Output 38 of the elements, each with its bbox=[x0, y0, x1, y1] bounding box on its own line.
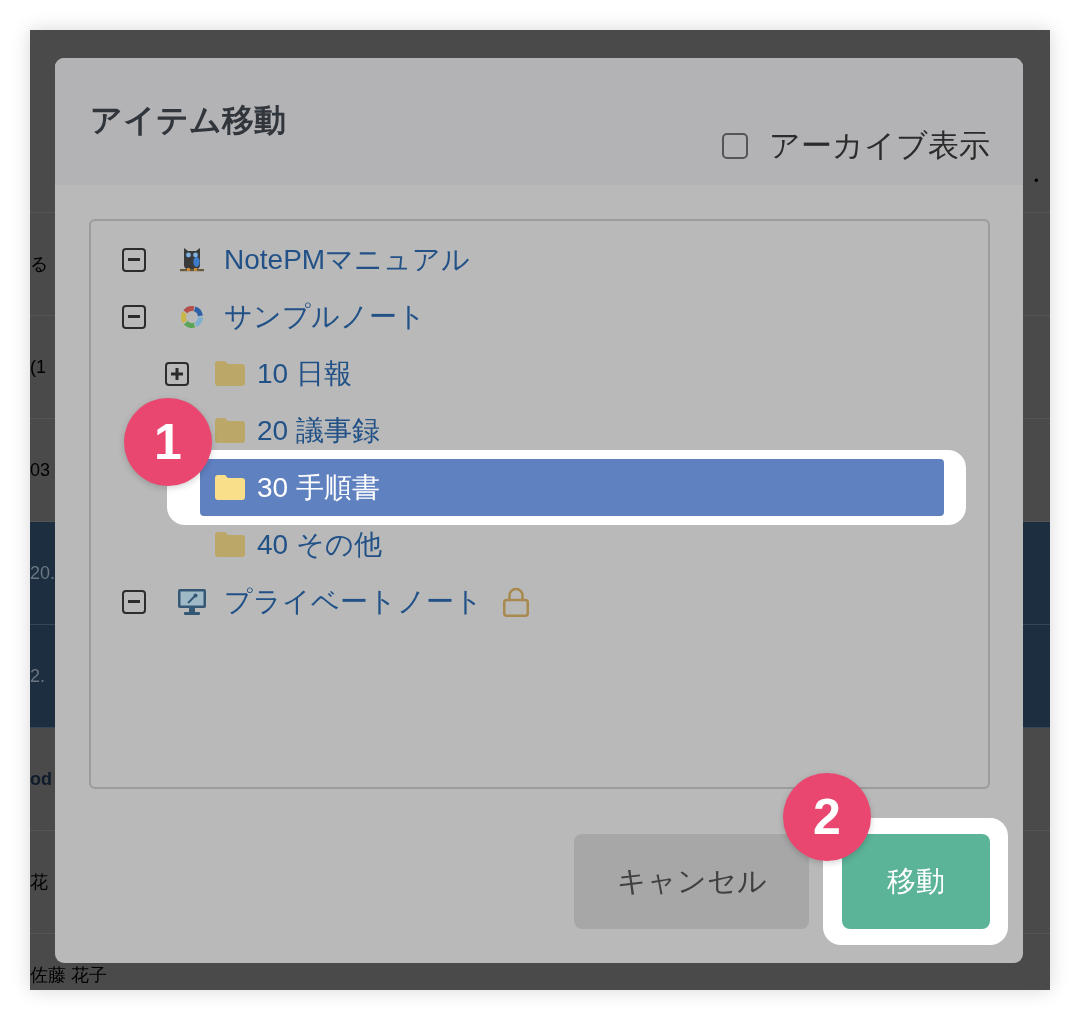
collapse-toggle[interactable] bbox=[122, 247, 146, 272]
minus-icon bbox=[128, 600, 140, 603]
background-text: 佐藤 花子 bbox=[30, 964, 107, 986]
background-text: 20. bbox=[30, 562, 56, 584]
collapse-toggle[interactable] bbox=[122, 304, 146, 329]
tree-item[interactable]: 20 議事録 bbox=[215, 412, 380, 449]
cancel-button[interactable]: キャンセル bbox=[574, 834, 809, 929]
minus-icon bbox=[128, 315, 140, 318]
collapse-toggle[interactable] bbox=[122, 589, 146, 614]
background-text: 花 bbox=[30, 871, 48, 893]
tree-item[interactable]: 10 日報 bbox=[215, 355, 352, 392]
dialog-title: アイテム移動 bbox=[90, 101, 286, 140]
folder-icon bbox=[215, 418, 245, 443]
tree-item[interactable]: プライベートノート bbox=[172, 583, 529, 620]
ring-icon bbox=[179, 303, 205, 330]
background-text: od bbox=[30, 768, 52, 790]
tree-item[interactable]: NotePMマニュアル bbox=[172, 241, 471, 278]
tree-item[interactable]: 40 その他 bbox=[215, 526, 382, 563]
background-text: 2. bbox=[30, 665, 45, 687]
step-badge: 2 bbox=[783, 773, 871, 861]
background-text: る bbox=[30, 253, 48, 275]
move-button[interactable]: 移動 bbox=[842, 834, 990, 929]
folder-icon bbox=[215, 532, 245, 557]
minus-icon bbox=[128, 258, 140, 261]
expand-toggle[interactable] bbox=[165, 361, 189, 386]
tree-item[interactable]: サンプルノート bbox=[172, 298, 426, 335]
step-badge: 1 bbox=[124, 398, 212, 486]
background-text: (1 bbox=[30, 356, 46, 378]
folder-icon bbox=[215, 475, 245, 500]
background-text: ・ bbox=[1025, 170, 1047, 192]
tree-item[interactable]: 30 手順書 bbox=[200, 459, 944, 516]
folder-icon bbox=[215, 361, 245, 386]
background-text: 03 bbox=[30, 459, 51, 481]
archive-toggle[interactable]: アーカイブ表示 bbox=[722, 125, 990, 167]
checkbox[interactable] bbox=[722, 133, 748, 159]
owl-icon bbox=[179, 245, 205, 274]
monitor-icon bbox=[178, 588, 206, 615]
plus-icon bbox=[171, 367, 183, 380]
